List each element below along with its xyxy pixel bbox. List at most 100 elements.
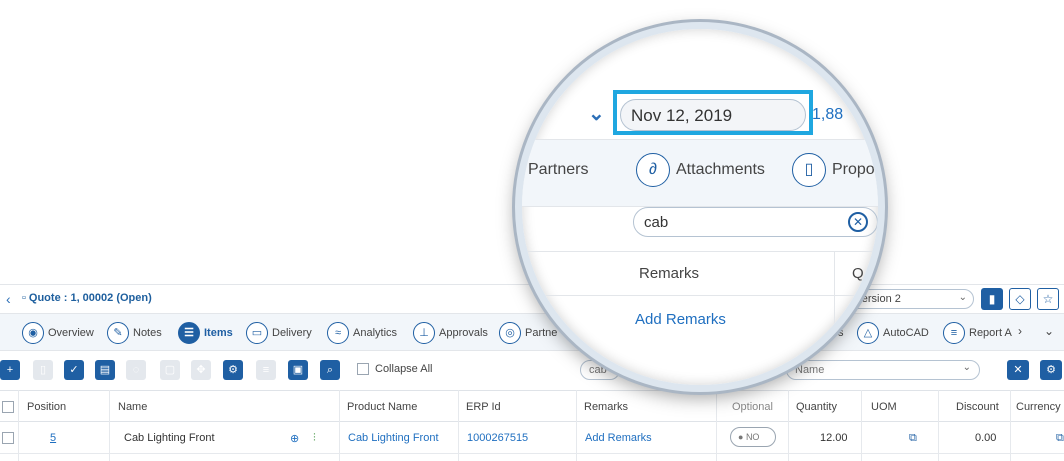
- quote-header: ‹ ▫ Quote : 1, 00002 (Open) Version 2 ⌄ ▮ …: [0, 284, 1064, 312]
- clear-search-icon[interactable]: ✕: [848, 212, 868, 232]
- column-header[interactable]: Position: [27, 401, 66, 413]
- search-doc-icon[interactable]: ⌕: [320, 360, 340, 380]
- tab-bar: ◉ Overview ✎ Notes ☰ Items ▭ Delivery ≈ Analy…: [0, 313, 1064, 351]
- currency-icon[interactable]: ⧉: [1056, 432, 1064, 445]
- tab-label: Delivery: [272, 327, 312, 339]
- clear-filter-icon[interactable]: ✕: [1007, 360, 1029, 380]
- stamp-icon: ⊥: [413, 322, 435, 344]
- collapse-all-label: Collapse All: [375, 363, 433, 375]
- clipboard-icon[interactable]: ▤: [95, 360, 115, 380]
- select-all-checkbox[interactable]: [2, 401, 14, 413]
- catalog-icon[interactable]: ▣: [288, 360, 308, 380]
- chart-icon[interactable]: ▮: [981, 288, 1003, 310]
- tab-partners[interactable]: Partners: [528, 152, 588, 188]
- configure-icon[interactable]: ⚙: [223, 360, 243, 380]
- quote-title: ▫ Quote : 1, 00002 (Open): [22, 292, 152, 304]
- row-checkbox[interactable]: [2, 432, 14, 444]
- items-table-header: Position Name Product Name ERP Id Remark…: [0, 390, 1064, 422]
- search-input[interactable]: cab: [633, 207, 878, 237]
- column-header[interactable]: Remarks: [584, 401, 628, 413]
- copy-icon[interactable]: ▢: [160, 360, 180, 380]
- quote-screen: ‹ ▫ Quote : 1, 00002 (Open) Version 2 ⌄ ▮ …: [0, 0, 1064, 461]
- sliders-icon[interactable]: ⫶: [313, 432, 316, 445]
- tab-partners[interactable]: ◎ Partne: [499, 321, 557, 345]
- list-icon[interactable]: ≡: [256, 360, 276, 380]
- paperclip-icon: ∂: [636, 153, 670, 187]
- tab-notes[interactable]: ✎ Notes: [107, 321, 162, 345]
- list-icon: ☰: [178, 322, 200, 344]
- document-icon: ▫: [22, 292, 26, 304]
- checkbox-icon: [357, 363, 369, 375]
- optional-toggle[interactable]: ● NO: [730, 427, 776, 447]
- column-header[interactable]: Optional: [732, 401, 773, 413]
- position-link[interactable]: 5: [50, 432, 56, 444]
- tab-overview[interactable]: ◉ Overview: [22, 321, 94, 345]
- tab-report[interactable]: ≡ Report A: [943, 321, 1012, 345]
- document-icon: ▯: [792, 153, 826, 187]
- column-header[interactable]: Product Name: [347, 401, 417, 413]
- tab-approvals[interactable]: ⊥ Approvals: [413, 321, 488, 345]
- tab-label: Approvals: [439, 327, 488, 339]
- discount-value: 0.00: [975, 432, 997, 444]
- settings-icon[interactable]: ◌: [126, 360, 146, 380]
- quote-title-text: Quote : 1, 00002 (Open): [28, 292, 152, 304]
- tab-label: Partne: [525, 327, 558, 339]
- tab-label: Partners: [528, 161, 589, 178]
- tab-label: Items: [204, 327, 233, 339]
- check-icon[interactable]: ✓: [64, 360, 84, 380]
- tab-label: AutoCAD: [883, 327, 929, 339]
- column-header[interactable]: Quantity: [796, 401, 837, 413]
- column-header-remarks[interactable]: Remarks: [639, 265, 699, 282]
- table-row[interactable]: 5 Cab Lighting Front ⊕ ⫶ Cab Lighting Fr…: [0, 422, 1064, 454]
- chevron-down-icon: ⌄: [962, 362, 971, 373]
- wave-icon: ≈: [327, 322, 349, 344]
- column-header[interactable]: Discount: [956, 401, 999, 413]
- add-icon[interactable]: +: [0, 360, 20, 380]
- column-header[interactable]: UOM: [871, 401, 897, 413]
- erp-id-link[interactable]: 1000267515: [467, 432, 528, 444]
- tab-label: Analytics: [353, 327, 398, 339]
- tab-label: Attachments: [676, 161, 765, 178]
- uom-icon[interactable]: ⧉: [909, 432, 917, 445]
- chevron-right-icon[interactable]: ›: [1018, 324, 1022, 338]
- optional-value: NO: [745, 432, 760, 442]
- collapse-all-checkbox[interactable]: Collapse All: [357, 363, 432, 375]
- settings-icon[interactable]: ⚙: [1040, 360, 1062, 380]
- user-icon: ◎: [499, 322, 521, 344]
- add-remarks-link[interactable]: Add Remarks: [585, 432, 652, 444]
- tab-proposals[interactable]: ▯ Propo: [792, 152, 875, 188]
- report-icon: ≡: [943, 322, 965, 344]
- magnifier-lens: ⌄ Nov 12, 2019 1,88 Partners ∂ Attachment…: [515, 22, 885, 392]
- amount-fragment: 1,88: [812, 106, 844, 123]
- column-header[interactable]: Currency: [1016, 401, 1061, 413]
- tab-autocad[interactable]: △ AutoCAD: [857, 321, 929, 345]
- double-chevron-down-icon[interactable]: ⌄: [588, 101, 605, 126]
- tab-label: Propo: [832, 161, 875, 178]
- chevron-down-icon[interactable]: ⌄: [1044, 324, 1054, 338]
- product-name-link[interactable]: Cab Lighting Front: [348, 432, 439, 444]
- move-icon[interactable]: ✥: [191, 360, 211, 380]
- tab-label: Report A: [969, 327, 1012, 339]
- name-filter-select[interactable]: Name ⌄: [786, 360, 980, 380]
- column-divider: [834, 251, 835, 385]
- delete-icon[interactable]: ▯: [33, 360, 53, 380]
- tab-items[interactable]: ☰ Items: [178, 321, 233, 345]
- zoom-icon[interactable]: ⊕: [290, 432, 299, 445]
- tab-analytics[interactable]: ≈ Analytics: [327, 321, 397, 345]
- tab-delivery[interactable]: ▭ Delivery: [246, 321, 312, 345]
- version-select[interactable]: Version 2 ⌄: [848, 289, 974, 309]
- column-header-fragment[interactable]: Q: [852, 265, 864, 282]
- star-icon[interactable]: ☆: [1037, 288, 1059, 310]
- divider: [522, 251, 878, 252]
- tab-attachments[interactable]: ∂ Attachments: [636, 152, 765, 188]
- tab-label: Notes: [133, 327, 162, 339]
- chevron-down-icon: ⌄: [958, 292, 967, 303]
- cube-icon: ◉: [22, 322, 44, 344]
- tag-icon[interactable]: ◇: [1009, 288, 1031, 310]
- chevron-left-icon[interactable]: ‹: [6, 291, 11, 307]
- item-name: Cab Lighting Front: [124, 432, 215, 444]
- column-header[interactable]: Name: [118, 401, 147, 413]
- truck-icon: ▭: [246, 322, 268, 344]
- column-header[interactable]: ERP Id: [466, 401, 501, 413]
- add-remarks-link[interactable]: Add Remarks: [635, 311, 726, 328]
